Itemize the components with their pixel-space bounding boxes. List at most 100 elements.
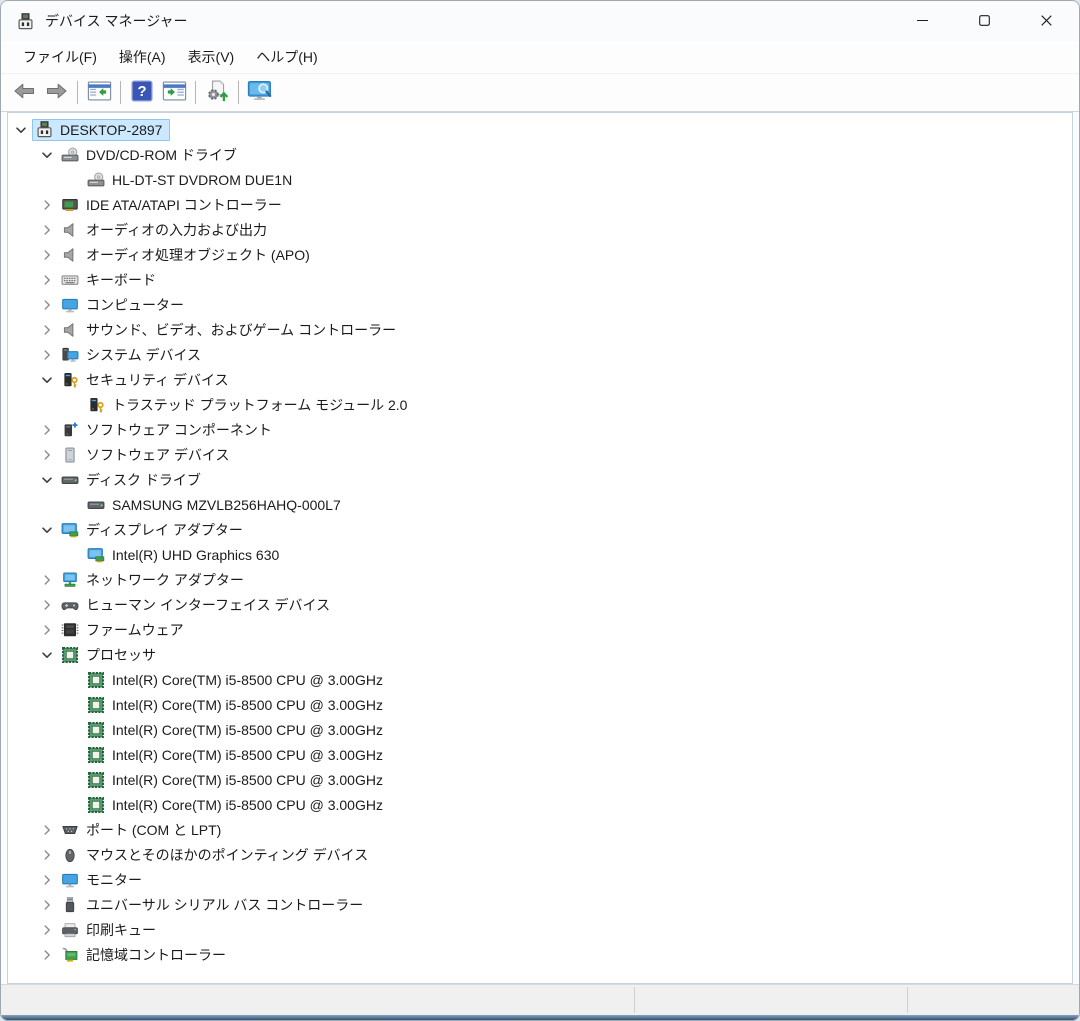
tree-item[interactable]: Intel(R) Core(TM) i5-8500 CPU @ 3.00GHz xyxy=(8,717,1072,742)
chevron-right-icon[interactable] xyxy=(36,944,58,966)
tree-item[interactable]: サウンド、ビデオ、およびゲーム コントローラー xyxy=(8,317,1072,342)
window-bottom-accent xyxy=(1,1015,1079,1020)
chevron-right-icon[interactable] xyxy=(36,294,58,316)
chevron-right-icon[interactable] xyxy=(36,844,58,866)
chevron-right-icon[interactable] xyxy=(36,619,58,641)
tree-item[interactable]: プロセッサ xyxy=(8,642,1072,667)
device-view-button[interactable] xyxy=(244,77,276,109)
tree-item-label: IDE ATA/ATAPI コントローラー xyxy=(86,195,284,215)
tree-item[interactable]: Intel(R) UHD Graphics 630 xyxy=(8,542,1072,567)
minimize-button[interactable] xyxy=(891,1,953,41)
tree-item[interactable]: Intel(R) Core(TM) i5-8500 CPU @ 3.00GHz xyxy=(8,667,1072,692)
back-button[interactable] xyxy=(8,77,40,109)
toolbar-separator xyxy=(195,81,196,104)
software-device-icon xyxy=(60,445,80,465)
tree-item[interactable]: セキュリティ デバイス xyxy=(8,367,1072,392)
chevron-right-icon[interactable] xyxy=(36,569,58,591)
chevron-right-icon[interactable] xyxy=(36,594,58,616)
security-device-icon xyxy=(86,395,106,415)
disk-drive-icon xyxy=(86,495,106,515)
monitor-icon xyxy=(60,870,80,890)
console-tree-icon xyxy=(87,81,112,104)
tree-item-label: キーボード xyxy=(86,270,158,290)
chevron-right-icon[interactable] xyxy=(36,344,58,366)
tree-item[interactable]: ソフトウェア デバイス xyxy=(8,442,1072,467)
chevron-down-icon[interactable] xyxy=(36,644,58,666)
chevron-spacer xyxy=(62,794,84,816)
tree-item[interactable]: 印刷キュー xyxy=(8,917,1072,942)
tree-item[interactable]: マウスとそのほかのポインティング デバイス xyxy=(8,842,1072,867)
chevron-right-icon[interactable] xyxy=(36,869,58,891)
tree-item[interactable]: ディスク ドライブ xyxy=(8,467,1072,492)
tree-item[interactable]: コンピューター xyxy=(8,292,1072,317)
chevron-right-icon[interactable] xyxy=(36,244,58,266)
chevron-right-icon[interactable] xyxy=(36,444,58,466)
tree-item-label: Intel(R) UHD Graphics 630 xyxy=(112,547,281,563)
menu-item[interactable]: 表示(V) xyxy=(177,43,246,71)
tree-item[interactable]: オーディオの入力および出力 xyxy=(8,217,1072,242)
chevron-spacer xyxy=(62,169,84,191)
toolbar-separator xyxy=(77,81,78,104)
tree-item[interactable]: 記憶域コントローラー xyxy=(8,942,1072,967)
tree-item-label: ソフトウェア コンポーネント xyxy=(86,420,274,440)
tree-item-label: ディスク ドライブ xyxy=(86,470,203,490)
chevron-right-icon[interactable] xyxy=(36,894,58,916)
tree-item[interactable]: ヒューマン インターフェイス デバイス xyxy=(8,592,1072,617)
chevron-right-icon[interactable] xyxy=(36,819,58,841)
tree-item[interactable]: DVD/CD-ROM ドライブ xyxy=(8,142,1072,167)
close-button[interactable] xyxy=(1015,1,1077,41)
chevron-right-icon[interactable] xyxy=(36,194,58,216)
chevron-right-icon[interactable] xyxy=(36,219,58,241)
tree-item[interactable]: ユニバーサル シリアル バス コントローラー xyxy=(8,892,1072,917)
tree-item[interactable]: SAMSUNG MZVLB256HAHQ-000L7 xyxy=(8,492,1072,517)
menu-item[interactable]: ヘルプ(H) xyxy=(245,43,328,71)
tree-item[interactable]: ソフトウェア コンポーネント xyxy=(8,417,1072,442)
help-icon: ? xyxy=(131,80,153,105)
tree-item[interactable]: キーボード xyxy=(8,267,1072,292)
maximize-button[interactable] xyxy=(953,1,1015,41)
menu-item[interactable]: 操作(A) xyxy=(108,43,177,71)
tree-item[interactable]: ディスプレイ アダプター xyxy=(8,517,1072,542)
chevron-spacer xyxy=(62,669,84,691)
tree-item-label: Intel(R) Core(TM) i5-8500 CPU @ 3.00GHz xyxy=(112,672,385,688)
tree-item[interactable]: Intel(R) Core(TM) i5-8500 CPU @ 3.00GHz xyxy=(8,692,1072,717)
chevron-right-icon[interactable] xyxy=(36,319,58,341)
tree-item[interactable]: HL-DT-ST DVDROM DUE1N xyxy=(8,167,1072,192)
hid-icon xyxy=(60,595,80,615)
tree-item[interactable]: Intel(R) Core(TM) i5-8500 CPU @ 3.00GHz xyxy=(8,767,1072,792)
menu-item[interactable]: ファイル(F) xyxy=(12,43,108,71)
tree-item[interactable]: オーディオ処理オブジェクト (APO) xyxy=(8,242,1072,267)
tree-item-label: Intel(R) Core(TM) i5-8500 CPU @ 3.00GHz xyxy=(112,797,385,813)
chevron-down-icon[interactable] xyxy=(36,369,58,391)
help-button[interactable]: ? xyxy=(126,77,158,109)
tree-item[interactable]: ポート (COM と LPT) xyxy=(8,817,1072,842)
software-component-icon xyxy=(60,420,80,440)
chevron-down-icon[interactable] xyxy=(36,469,58,491)
scan-hardware-changes-button[interactable] xyxy=(201,77,233,109)
tree-item[interactable]: Intel(R) Core(TM) i5-8500 CPU @ 3.00GHz xyxy=(8,742,1072,767)
chevron-down-icon[interactable] xyxy=(36,144,58,166)
chevron-right-icon[interactable] xyxy=(36,919,58,941)
tree-item-label: 記憶域コントローラー xyxy=(86,945,228,965)
properties-button[interactable] xyxy=(158,77,190,109)
tree-item[interactable]: ネットワーク アダプター xyxy=(8,567,1072,592)
tree-item[interactable]: ファームウェア xyxy=(8,617,1072,642)
arrow-right-icon xyxy=(45,82,68,103)
title-bar[interactable]: デバイス マネージャー xyxy=(1,1,1079,41)
chevron-right-icon[interactable] xyxy=(36,419,58,441)
chevron-right-icon[interactable] xyxy=(36,269,58,291)
forward-button[interactable] xyxy=(40,77,72,109)
arrow-left-icon xyxy=(13,82,36,103)
chevron-spacer xyxy=(62,769,84,791)
tree-item[interactable]: トラステッド プラットフォーム モジュール 2.0 xyxy=(8,392,1072,417)
tree-item[interactable]: システム デバイス xyxy=(8,342,1072,367)
chevron-spacer xyxy=(62,544,84,566)
show-console-tree-button[interactable] xyxy=(83,77,115,109)
chevron-down-icon[interactable] xyxy=(36,519,58,541)
chevron-down-icon[interactable] xyxy=(10,119,32,141)
tree-item[interactable]: Intel(R) Core(TM) i5-8500 CPU @ 3.00GHz xyxy=(8,792,1072,817)
tree-item[interactable]: DESKTOP-2897 xyxy=(8,117,1072,142)
tree-item[interactable]: IDE ATA/ATAPI コントローラー xyxy=(8,192,1072,217)
tree-item[interactable]: モニター xyxy=(8,867,1072,892)
usb-icon xyxy=(60,895,80,915)
